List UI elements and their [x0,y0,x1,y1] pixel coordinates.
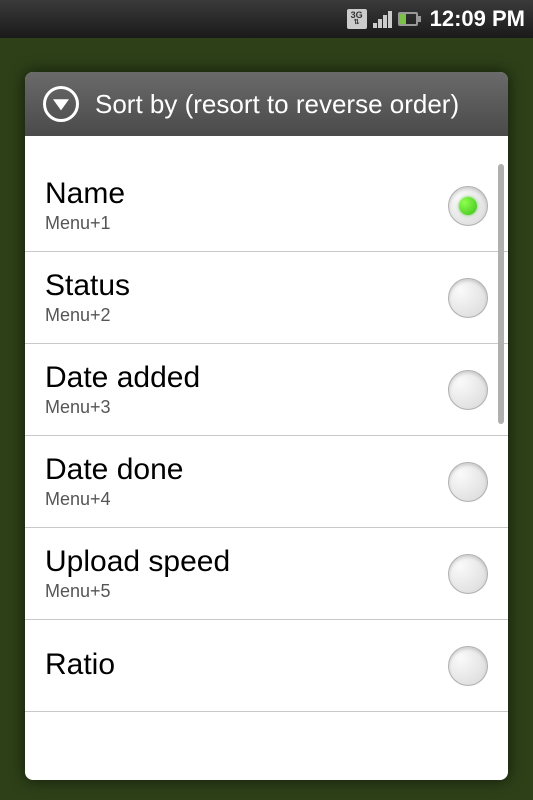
radio-selected-icon[interactable] [448,186,488,226]
option-label: Name [45,177,125,211]
option-shortcut: Menu+4 [45,489,183,510]
sort-down-icon [43,86,79,122]
signal-icon [373,11,392,28]
dialog-body[interactable]: Name Menu+1 Status Menu+2 Date added Men… [25,160,508,780]
battery-icon [398,12,418,26]
option-item-name[interactable]: Name Menu+1 [25,160,508,252]
option-label: Date added [45,361,200,395]
network-3g-icon: 3G⇅ [347,9,367,29]
radio-icon[interactable] [448,554,488,594]
option-shortcut: Menu+2 [45,305,130,326]
option-label: Date done [45,453,183,487]
dialog-title: Sort by (resort to reverse order) [95,90,459,119]
sort-dialog: Sort by (resort to reverse order) Name M… [25,72,508,780]
option-item-ratio[interactable]: Ratio [25,620,508,712]
status-time: 12:09 PM [430,6,525,32]
option-shortcut: Menu+5 [45,581,230,602]
option-shortcut: Menu+1 [45,213,125,234]
radio-icon[interactable] [448,646,488,686]
status-bar: 3G⇅ 12:09 PM [0,0,533,38]
dialog-header: Sort by (resort to reverse order) [25,72,508,136]
option-label: Upload speed [45,545,230,579]
radio-icon[interactable] [448,278,488,318]
option-label: Status [45,269,130,303]
radio-icon[interactable] [448,370,488,410]
radio-icon[interactable] [448,462,488,502]
option-item-status[interactable]: Status Menu+2 [25,252,508,344]
scrollbar[interactable] [498,164,504,424]
option-label: Ratio [45,648,115,682]
option-item-date-done[interactable]: Date done Menu+4 [25,436,508,528]
option-shortcut: Menu+3 [45,397,200,418]
option-item-upload-speed[interactable]: Upload speed Menu+5 [25,528,508,620]
option-item-date-added[interactable]: Date added Menu+3 [25,344,508,436]
